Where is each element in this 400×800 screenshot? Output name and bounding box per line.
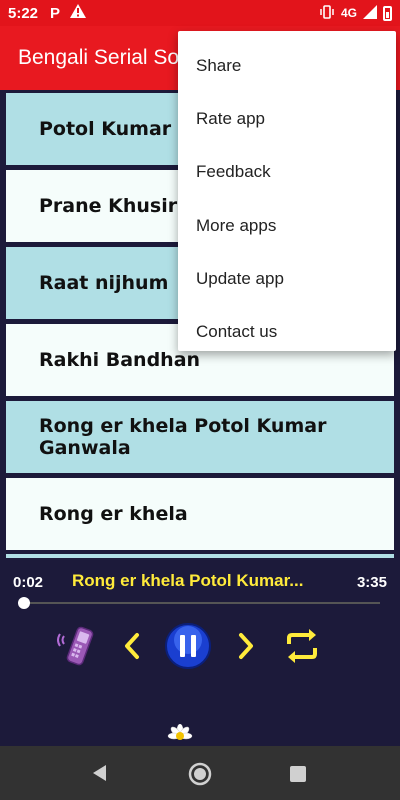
seek-bar[interactable] — [20, 602, 380, 604]
menu-item-feedback[interactable]: Feedback — [178, 146, 396, 199]
flower-icon — [164, 723, 196, 748]
duration: 3:35 — [356, 574, 387, 591]
previous-icon[interactable] — [118, 628, 146, 664]
pause-button[interactable] — [164, 622, 212, 670]
ringtone-phone-icon[interactable] — [52, 624, 98, 668]
recents-icon[interactable] — [289, 765, 307, 788]
parking-notification-icon: P — [50, 4, 61, 22]
song-title: Raat nijhum — [39, 272, 169, 294]
menu-item-contact-us[interactable]: Contact us — [178, 305, 396, 358]
status-right-icons: 4G — [319, 4, 392, 22]
vibrate-icon — [319, 4, 335, 22]
network-type: 4G — [340, 6, 357, 20]
seek-thumb[interactable] — [17, 597, 30, 609]
warning-icon — [70, 4, 87, 22]
home-icon[interactable] — [188, 762, 212, 791]
status-time: 5:22 — [8, 4, 39, 22]
list-item[interactable]: Rong er khela Potol Kumar Ganwala — [6, 401, 394, 473]
list-item[interactable]: Rong er khela — [6, 478, 394, 550]
overflow-menu: Share Rate app Feedback More apps Update… — [178, 31, 396, 351]
current-time: 0:02 — [13, 574, 44, 591]
song-title: Rong er khela — [39, 503, 188, 525]
signal-icon — [363, 4, 377, 22]
player-controls — [0, 620, 400, 670]
system-nav-bar — [0, 746, 400, 800]
menu-item-update-app[interactable]: Update app — [178, 252, 396, 305]
repeat-icon[interactable] — [282, 626, 322, 666]
back-icon[interactable] — [90, 763, 110, 788]
music-player: 0:02 Rong er khela Potol Kumar... 3:35 — [0, 558, 400, 746]
next-icon[interactable] — [232, 628, 260, 664]
song-title: Rong er khela Potol Kumar Ganwala — [39, 415, 327, 459]
song-title: Rakhi Bandhan — [39, 349, 201, 371]
now-playing-title: Rong er khela Potol Kumar... — [72, 571, 304, 590]
status-bar: 5:22 P 4G — [0, 0, 400, 26]
menu-item-more-apps[interactable]: More apps — [178, 199, 396, 252]
menu-item-share[interactable]: Share — [178, 39, 396, 92]
battery-icon — [383, 5, 392, 21]
menu-item-rate-app[interactable]: Rate app — [178, 92, 396, 145]
